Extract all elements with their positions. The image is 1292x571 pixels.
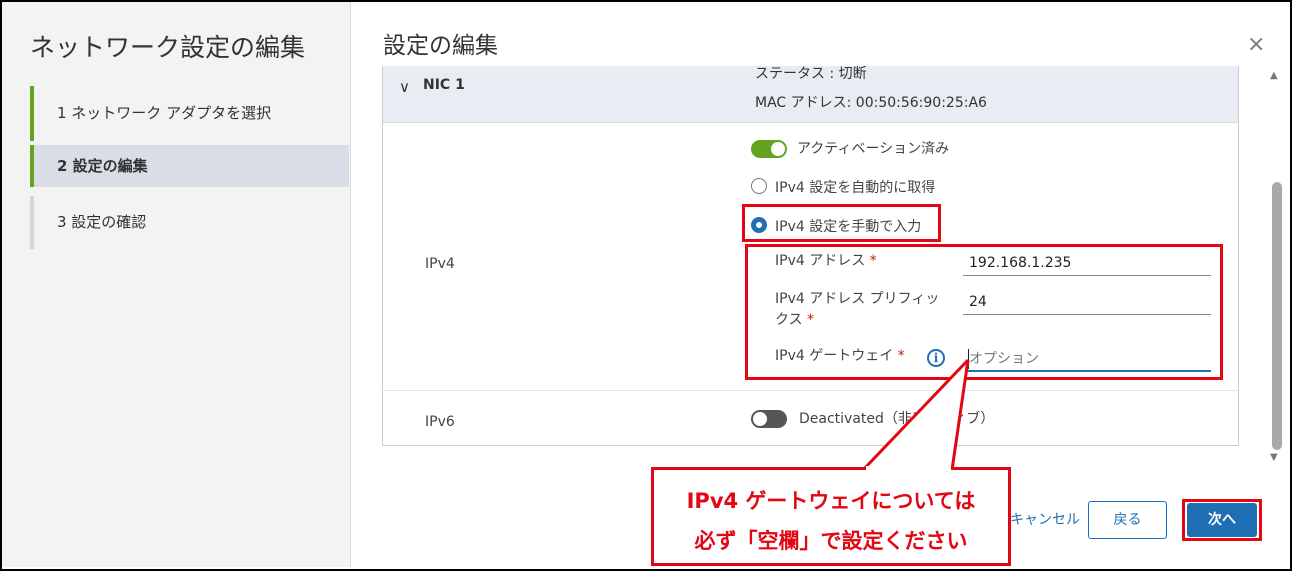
cancel-button[interactable]: キャンセル	[1010, 501, 1080, 539]
ipv6-activation-toggle[interactable]	[751, 410, 787, 428]
next-button[interactable]: 次へ	[1187, 503, 1257, 537]
ipv6-status-label: Deactivated（非アクティブ）	[799, 411, 995, 427]
nic-header[interactable]: ∨ NIC 1 ステータス : 切断 MAC アドレス: 00:50:56:90…	[383, 66, 1238, 123]
ipv4-section-label: IPv4	[425, 256, 455, 272]
scroll-down-arrow[interactable]: ▼	[1270, 452, 1278, 463]
step-review-settings[interactable]: 3 設定の確認	[30, 196, 349, 249]
ipv4-activation-label: アクティベーション済み	[797, 141, 950, 157]
chevron-down-icon[interactable]: ∨	[399, 78, 410, 96]
toggle-knob	[753, 412, 767, 426]
close-icon[interactable]: ×	[1247, 34, 1265, 56]
page-title: 設定の編集	[383, 33, 498, 59]
step-label: 3 設定の確認	[57, 213, 147, 231]
callout-pointer-gap	[866, 466, 951, 472]
back-button[interactable]: 戻る	[1088, 501, 1167, 539]
callout-line-2: 必ず「空欄」で設定ください	[694, 529, 968, 553]
ipv6-section-label: IPv6	[425, 414, 455, 430]
toggle-knob	[771, 142, 785, 156]
step-label: 2 設定の編集	[57, 157, 148, 175]
ipv4-auto-radio[interactable]	[751, 178, 767, 194]
step-progress-bar	[30, 196, 34, 249]
nic-status: ステータス : 切断	[755, 66, 867, 82]
nic-name: NIC 1	[423, 77, 465, 93]
step-label: 1 ネットワーク アダプタを選択	[57, 104, 272, 122]
ipv4-auto-label: IPv4 設定を自動的に取得	[775, 180, 936, 196]
wizard-steps: 1 ネットワーク アダプタを選択 2 設定の編集 3 設定の確認	[30, 86, 349, 249]
step-progress-bar	[30, 145, 34, 187]
annotation-callout: IPv4 ゲートウェイについては 必ず「空欄」で設定ください	[651, 467, 1011, 566]
step-edit-settings[interactable]: 2 設定の編集	[30, 145, 349, 187]
annotation-fields-box	[745, 244, 1223, 380]
scrollbar-thumb[interactable]	[1272, 182, 1282, 450]
annotation-manual-radio-box	[742, 204, 941, 242]
scroll-up-arrow[interactable]: ▲	[1270, 70, 1278, 81]
callout-line-1: IPv4 ゲートウェイについては	[686, 489, 976, 513]
section-divider	[383, 390, 1238, 391]
step-select-adapter[interactable]: 1 ネットワーク アダプタを選択	[30, 86, 349, 141]
wizard-title: ネットワーク設定の編集	[30, 33, 306, 62]
ipv4-activation-toggle[interactable]	[751, 140, 787, 158]
nic-mac-address: MAC アドレス: 00:50:56:90:25:A6	[755, 95, 987, 111]
step-progress-bar	[30, 86, 34, 141]
